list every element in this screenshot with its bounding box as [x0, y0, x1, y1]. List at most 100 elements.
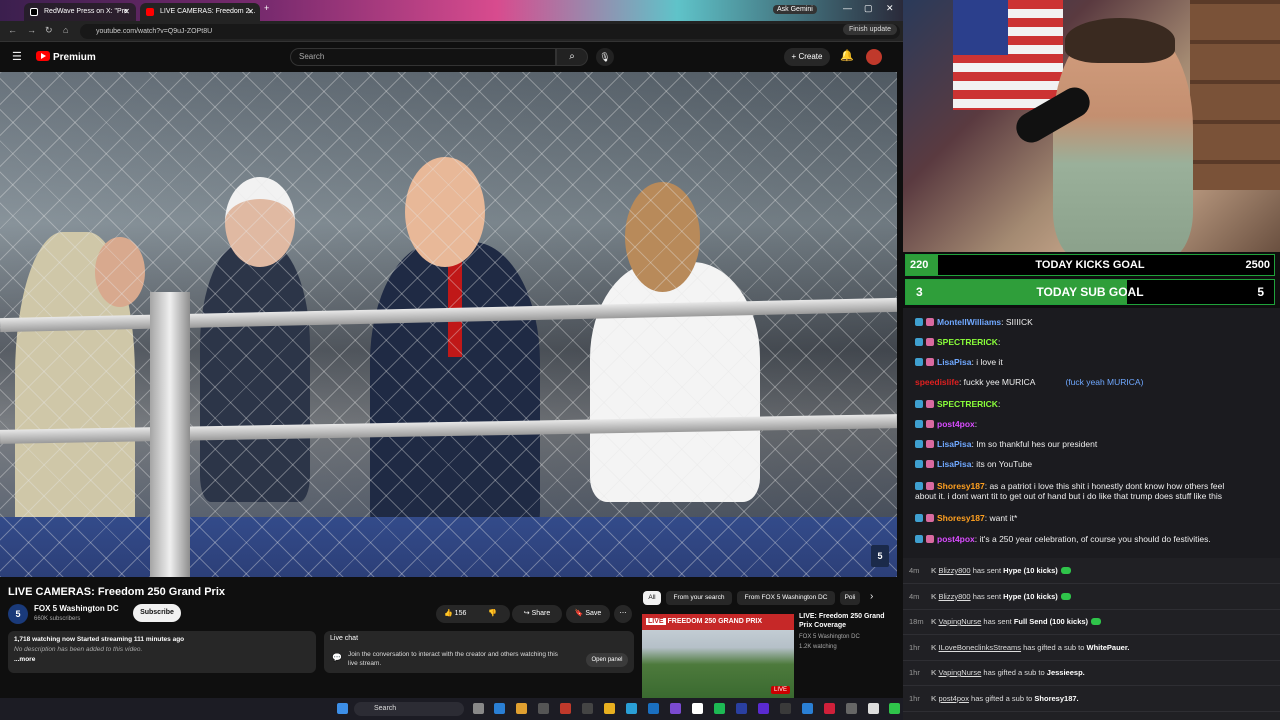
- chip-all[interactable]: All: [643, 591, 661, 605]
- windows-taskbar: Search: [0, 698, 903, 720]
- like-icon[interactable]: 👍: [444, 610, 453, 617]
- kick-icon[interactable]: [889, 703, 900, 714]
- description-box[interactable]: 1,718 watching now Started streaming 111…: [8, 631, 316, 673]
- kick-icon: K: [931, 693, 939, 703]
- chat-username[interactable]: post4pox: [937, 419, 975, 429]
- save-button[interactable]: 🔖 Save: [566, 605, 610, 623]
- chat-username[interactable]: Shoresy187: [937, 513, 985, 523]
- chip-from-channel[interactable]: From FOX 5 Washington DC: [737, 591, 835, 605]
- app-icon[interactable]: [780, 703, 791, 714]
- chat-username[interactable]: LisaPisa: [937, 357, 972, 367]
- event-user[interactable]: VapingNurse: [939, 617, 982, 626]
- video-player[interactable]: 5: [0, 72, 897, 577]
- chrome-icon[interactable]: [516, 703, 527, 714]
- event-user[interactable]: Blizzy800: [939, 592, 971, 601]
- subscriber-count: 660K subscribers: [34, 616, 81, 622]
- chat-username[interactable]: Shoresy187: [937, 481, 985, 491]
- app-icon[interactable]: [626, 703, 637, 714]
- goal-title: TODAY SUB GOAL: [1036, 285, 1144, 299]
- chat-username[interactable]: speedislife: [915, 377, 959, 387]
- new-tab-icon[interactable]: +: [264, 3, 269, 13]
- recommended-title[interactable]: LIVE: Freedom 250 Grand Prix Coverage: [799, 612, 889, 630]
- app-icon[interactable]: [582, 703, 593, 714]
- recommended-channel[interactable]: FOX 5 Washington DC: [799, 634, 860, 640]
- search-input[interactable]: Search: [290, 48, 556, 66]
- event-user[interactable]: VapingNurse: [939, 668, 982, 677]
- create-button[interactable]: + Create: [784, 48, 830, 66]
- app-icon[interactable]: [692, 703, 703, 714]
- app-icon[interactable]: [868, 703, 879, 714]
- back-icon[interactable]: ←: [8, 25, 17, 35]
- event-user[interactable]: ILoveBoneclinksStreams: [939, 643, 1022, 652]
- windows-start-icon[interactable]: [337, 703, 348, 714]
- youtube-logo[interactable]: Premium: [36, 51, 96, 63]
- spotify-icon[interactable]: [714, 703, 725, 714]
- minimize-icon[interactable]: —: [843, 3, 852, 13]
- close-window-icon[interactable]: ✕: [886, 3, 894, 14]
- recommended-thumbnail[interactable]: LIVE FREEDOM 250 GRAND PRIX LIVE: [642, 614, 794, 698]
- chip-from-search[interactable]: From your search: [666, 591, 732, 605]
- app-icon[interactable]: [846, 703, 857, 714]
- finish-update-button[interactable]: Finish update: [842, 24, 897, 35]
- search-icon[interactable]: ⌕: [556, 48, 588, 66]
- tab-label: RedWave Press on X: "Pre: [44, 8, 128, 15]
- app-icon[interactable]: [494, 703, 505, 714]
- more-actions-icon[interactable]: ⋯: [614, 605, 632, 623]
- edge-icon[interactable]: [648, 703, 659, 714]
- reload-icon[interactable]: ↻: [45, 25, 53, 36]
- close-icon[interactable]: ✕: [247, 3, 254, 21]
- chat-message: LisaPisa: i love it: [915, 357, 1003, 367]
- like-count[interactable]: 156: [455, 610, 467, 617]
- app-icon[interactable]: [736, 703, 747, 714]
- badge-icon: [926, 460, 934, 468]
- home-icon[interactable]: ⌂: [63, 25, 68, 35]
- chat-username[interactable]: post4pox: [937, 534, 975, 544]
- app-icon[interactable]: [538, 703, 549, 714]
- share-button[interactable]: ↪ Share: [512, 605, 562, 623]
- app-icon[interactable]: [824, 703, 835, 714]
- chevron-right-icon[interactable]: ›: [870, 591, 873, 602]
- dislike-icon[interactable]: 👎: [488, 605, 497, 623]
- event-user[interactable]: Blizzy800: [939, 566, 971, 575]
- open-panel-button[interactable]: Open panel: [586, 653, 628, 667]
- chat-username[interactable]: MontellWilliams: [937, 317, 1001, 327]
- share-label: Share: [531, 610, 551, 617]
- chat-username[interactable]: SPECTRERICK: [937, 399, 998, 409]
- chat-username[interactable]: SPECTRERICK: [937, 337, 998, 347]
- taskbar-search[interactable]: Search: [354, 702, 464, 716]
- folder-icon[interactable]: [604, 703, 615, 714]
- close-icon[interactable]: ✕: [123, 3, 130, 21]
- forward-icon[interactable]: →: [27, 25, 36, 35]
- menu-icon[interactable]: ☰: [12, 50, 22, 63]
- ask-gemini-button[interactable]: Ask Gemini: [773, 5, 817, 14]
- chat-username[interactable]: LisaPisa: [937, 459, 972, 469]
- chip-politics[interactable]: Poli: [840, 591, 860, 605]
- task-view-icon[interactable]: [473, 703, 484, 714]
- kick-icon: K: [931, 617, 939, 626]
- app-icon[interactable]: [802, 703, 813, 714]
- badge-icon: [915, 318, 923, 326]
- live-chat-message: Join the conversation to interact with t…: [348, 651, 558, 667]
- chat-text: : want it*: [984, 513, 1018, 523]
- event-user[interactable]: post4pox: [939, 694, 969, 703]
- app-icon[interactable]: [670, 703, 681, 714]
- badge-icon: [915, 400, 923, 408]
- address-bar-row: ← → ↻ ⌂ youtube.com/watch?v=Q9uJ-ZOPt8U …: [0, 21, 903, 42]
- url-field[interactable]: youtube.com/watch?v=Q9uJ-ZOPt8U: [80, 24, 900, 39]
- microphone-icon[interactable]: 🎙: [596, 48, 614, 66]
- chat-text: :: [997, 399, 1001, 409]
- maximize-icon[interactable]: ▢: [864, 3, 873, 14]
- tab-live-cameras[interactable]: LIVE CAMERAS: Freedom 2... ✕: [140, 3, 260, 21]
- channel-name[interactable]: FOX 5 Washington DC: [34, 604, 119, 613]
- bell-icon[interactable]: 🔔: [840, 49, 854, 62]
- chat-message: post4pox: it's a 250 year celebration, o…: [915, 534, 1211, 544]
- channel-avatar[interactable]: 5: [8, 604, 28, 624]
- chat-username[interactable]: LisaPisa: [937, 439, 972, 449]
- premiere-icon[interactable]: [758, 703, 769, 714]
- badge-icon: [926, 514, 934, 522]
- app-icon[interactable]: [560, 703, 571, 714]
- tab-redwave[interactable]: RedWave Press on X: "Pre ✕: [24, 3, 136, 21]
- more-link[interactable]: ...more: [14, 655, 310, 665]
- subscribe-button[interactable]: Subscribe: [133, 604, 181, 622]
- avatar[interactable]: [866, 49, 882, 65]
